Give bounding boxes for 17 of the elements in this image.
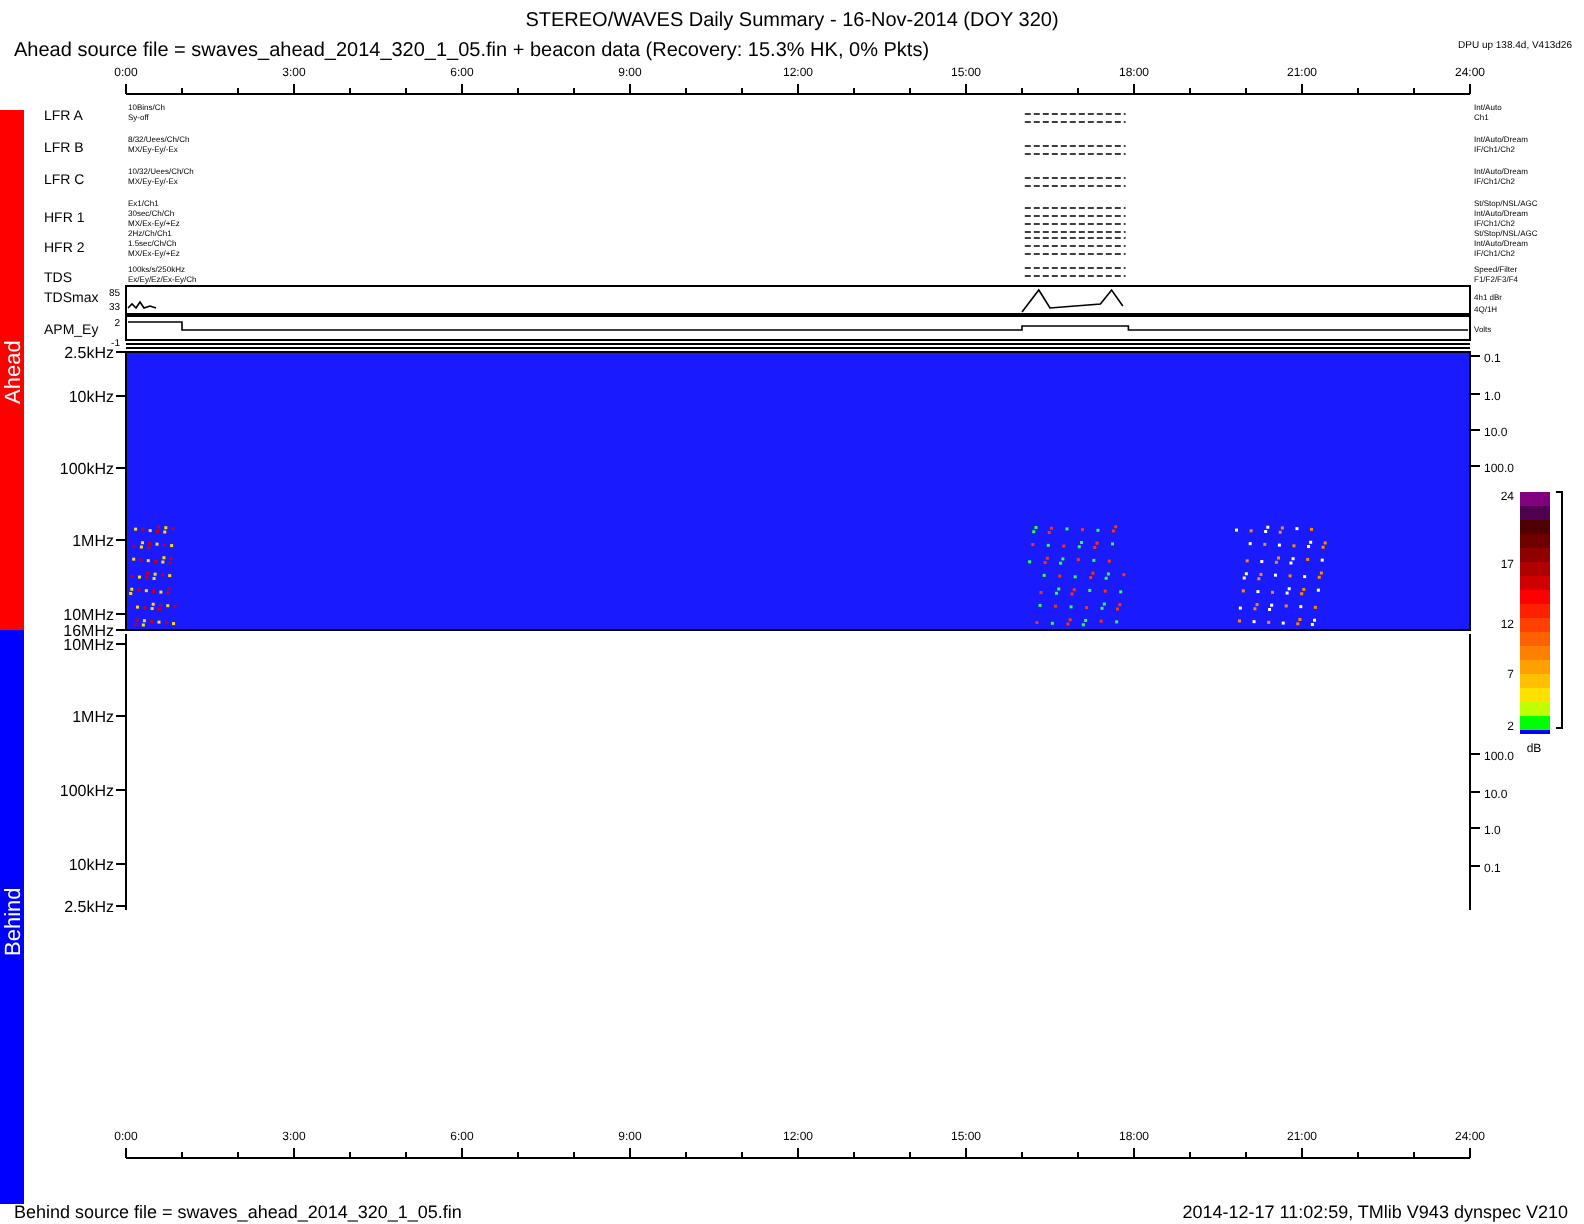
- source-file-text: Behind source file = swaves_ahead_2014_320_1_05.fin: [14, 1202, 462, 1222]
- behind-label: Behind: [2, 887, 26, 956]
- frequency-label: 2.5kHz: [64, 898, 114, 916]
- chart-title: STEREO/WAVES Daily Summary - 16-Nov-2014 (DOY 320): [525, 10, 1059, 32]
- frequency-label: 100kHz: [59, 782, 114, 800]
- frequency-label: 1MHz: [72, 532, 114, 550]
- frequency-label: 10MHz: [63, 636, 114, 654]
- ahead-label: Ahead: [2, 340, 26, 404]
- frequency-label: 10kHz: [68, 856, 114, 874]
- source-file-text: Ahead source file = swaves_ahead_2014_320_1_05.fin + beacon data (Recovery: 15.3% HK, 0% Pkts): [14, 40, 930, 62]
- frequency-label: 100kHz: [59, 460, 114, 478]
- frequency-label: 10kHz: [68, 388, 114, 406]
- frequency-label: 10MHz: [63, 606, 114, 624]
- frequency-label: 16MHz: [63, 622, 114, 640]
- timestamp-text: 2014-12-17 11:02:59, TMlib V943 dynspec V210: [1182, 1202, 1568, 1222]
- frequency-label: 1MHz: [72, 708, 114, 726]
- frequency-label: 2.5kHz: [64, 344, 114, 362]
